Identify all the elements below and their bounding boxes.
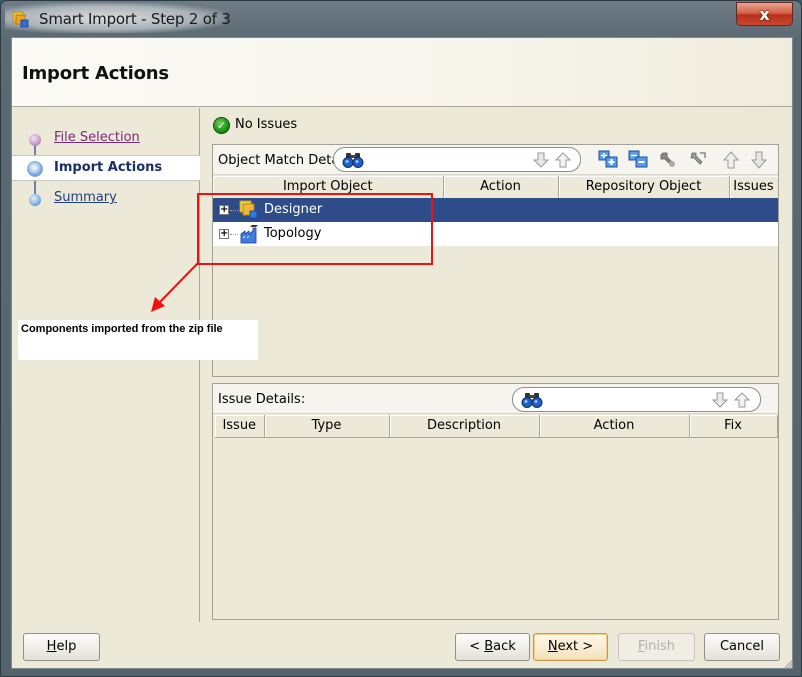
smart-import-dialog: Smart Import - Step 2 of 3 x Import Acti… — [0, 0, 802, 677]
object-match-search-input[interactable] — [333, 147, 581, 172]
column-header-type[interactable]: Type — [264, 415, 390, 438]
column-header-issues[interactable]: Issues — [729, 176, 779, 199]
annotation-callout: Components imported from the zip file — [18, 320, 258, 360]
column-header-action[interactable]: Action — [443, 176, 559, 199]
wrench-all-icon[interactable] — [688, 150, 710, 170]
close-icon: x — [759, 4, 770, 24]
cancel-button[interactable]: Cancel — [704, 633, 780, 661]
help-button-label: Help — [46, 639, 77, 654]
step-dot-current-icon — [27, 161, 43, 177]
find-previous-arrow-up-icon[interactable] — [733, 391, 751, 409]
column-header-description[interactable]: Description — [389, 415, 540, 438]
arrow-down-icon[interactable] — [748, 150, 770, 170]
nav-step-label: Import Actions — [54, 160, 163, 175]
issue-details-title: Issue Details: — [218, 392, 306, 407]
column-header-repository-object[interactable]: Repository Object — [558, 176, 730, 199]
wrench-icon[interactable] — [658, 150, 680, 170]
nav-step-label[interactable]: File Selection — [54, 130, 140, 145]
issue-details-table-header: Issue Type Description Action Fix — [215, 415, 778, 438]
finish-button-label: Finish — [637, 639, 676, 654]
title-bar[interactable]: Smart Import - Step 2 of 3 x — [1, 1, 801, 37]
page-title: Import Actions — [22, 63, 169, 84]
page-header: Import Actions — [12, 38, 792, 107]
column-header-fix[interactable]: Fix — [689, 415, 778, 438]
nav-step-label[interactable]: Summary — [54, 190, 117, 205]
step-dot-icon — [29, 194, 41, 206]
find-previous-arrow-up-icon[interactable] — [554, 151, 572, 169]
next-button-label: Next > — [547, 639, 594, 654]
back-button[interactable]: < Back — [455, 633, 530, 661]
issue-details-panel: Issue Details: Issue Type Description Ac… — [212, 383, 779, 620]
window-title: Smart Import - Step 2 of 3 — [39, 10, 231, 28]
find-next-arrow-down-icon[interactable] — [532, 151, 550, 169]
arrow-up-icon[interactable] — [720, 150, 742, 170]
issue-details-header: Issue Details: — [213, 384, 778, 414]
status-text: No Issues — [235, 117, 298, 132]
issue-details-search-input[interactable] — [512, 387, 761, 412]
binoculars-icon — [521, 393, 543, 408]
expand-all-icon[interactable] — [598, 150, 620, 170]
cancel-button-label: Cancel — [719, 639, 765, 654]
collapse-all-icon[interactable] — [628, 150, 650, 170]
step-dot-icon — [29, 134, 41, 146]
object-match-header: Object Match Details — [213, 145, 778, 175]
next-button[interactable]: Next > — [533, 633, 608, 661]
binoculars-icon — [342, 153, 364, 168]
back-button-label: < Back — [469, 639, 516, 654]
wizard-steps-nav: File Selection Import Actions Summary — [12, 108, 200, 622]
app-icon — [12, 11, 29, 28]
check-circle-icon: ✓ — [213, 117, 230, 134]
annotation-text: Components imported from the zip file — [21, 323, 223, 335]
annotation-highlight-box — [197, 193, 433, 265]
nav-step-import-actions[interactable]: Import Actions — [12, 155, 200, 181]
column-header-issue[interactable]: Issue — [215, 415, 265, 438]
finish-button: Finish — [618, 633, 695, 661]
close-button[interactable]: x — [736, 2, 793, 26]
resize-grip-icon[interactable] — [784, 659, 794, 669]
nav-step-summary[interactable]: Summary — [12, 186, 200, 212]
help-button[interactable]: Help — [23, 633, 100, 661]
nav-step-file-selection[interactable]: File Selection — [12, 126, 200, 152]
find-next-arrow-down-icon[interactable] — [711, 391, 729, 409]
column-header-action[interactable]: Action — [539, 415, 690, 438]
